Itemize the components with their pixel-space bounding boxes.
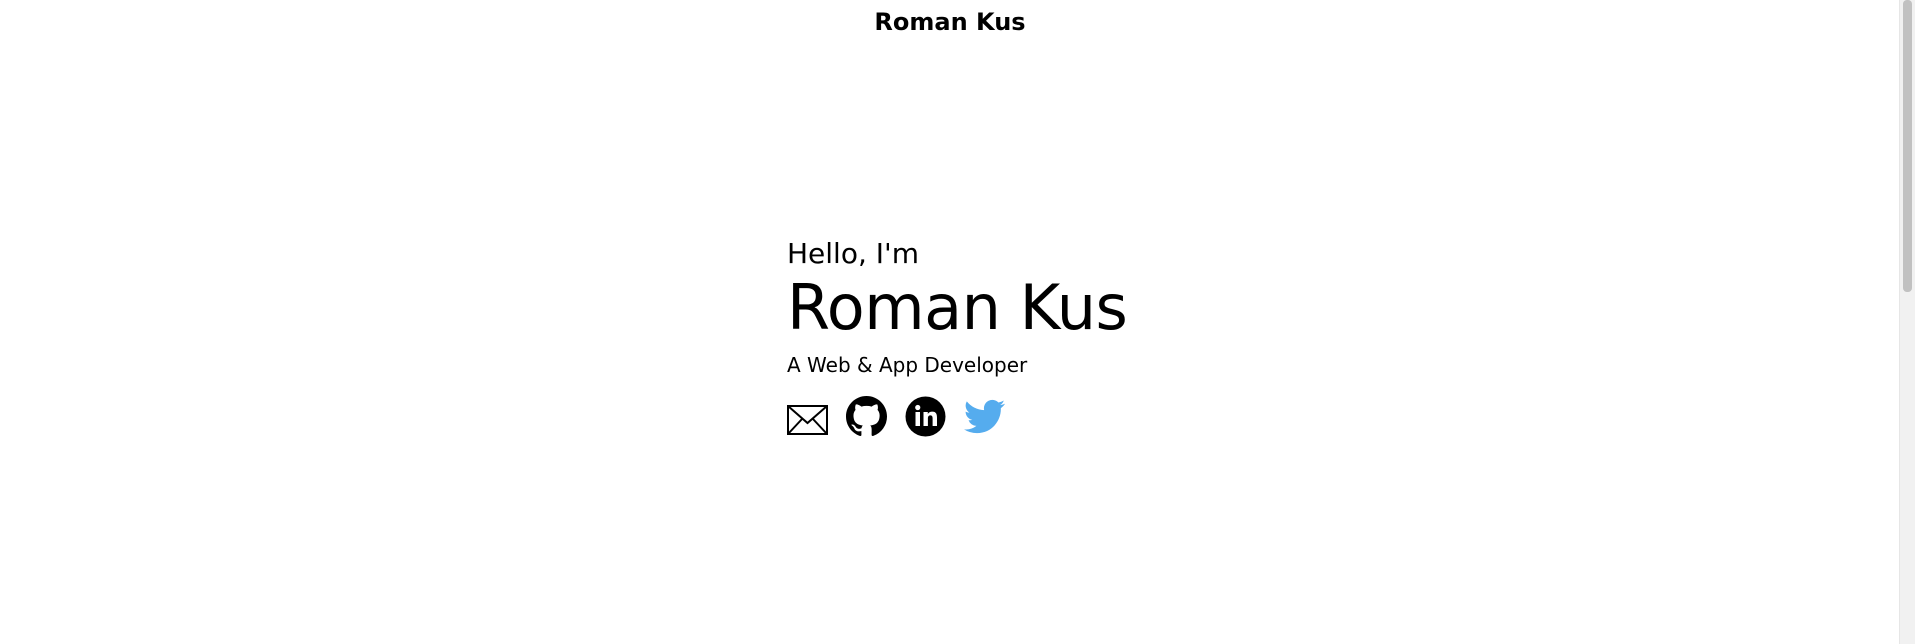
github-icon: [846, 396, 887, 436]
hero-section: Hello, I'm Roman Kus A Web & App Develop…: [787, 236, 1347, 437]
vertical-scrollbar[interactable]: [1899, 0, 1915, 644]
email-link[interactable]: [787, 396, 828, 437]
scrollbar-thumb[interactable]: [1903, 0, 1912, 292]
envelope-icon: [787, 405, 828, 435]
hero-tagline: A Web & App Developer: [787, 353, 1028, 377]
github-link[interactable]: [846, 396, 887, 437]
linkedin-link[interactable]: [905, 396, 946, 437]
linkedin-icon: [905, 396, 946, 437]
twitter-link[interactable]: [964, 396, 1005, 437]
site-header: Roman Kus: [0, 0, 1900, 44]
social-links: [787, 396, 1347, 437]
site-title-link[interactable]: Roman Kus: [874, 8, 1025, 36]
twitter-icon: [964, 399, 1005, 434]
hero-greeting: Hello, I'm: [787, 237, 920, 270]
page: Roman Kus Hello, I'm Roman Kus A Web & A…: [0, 0, 1915, 644]
hero-name: Roman Kus: [787, 271, 1128, 344]
